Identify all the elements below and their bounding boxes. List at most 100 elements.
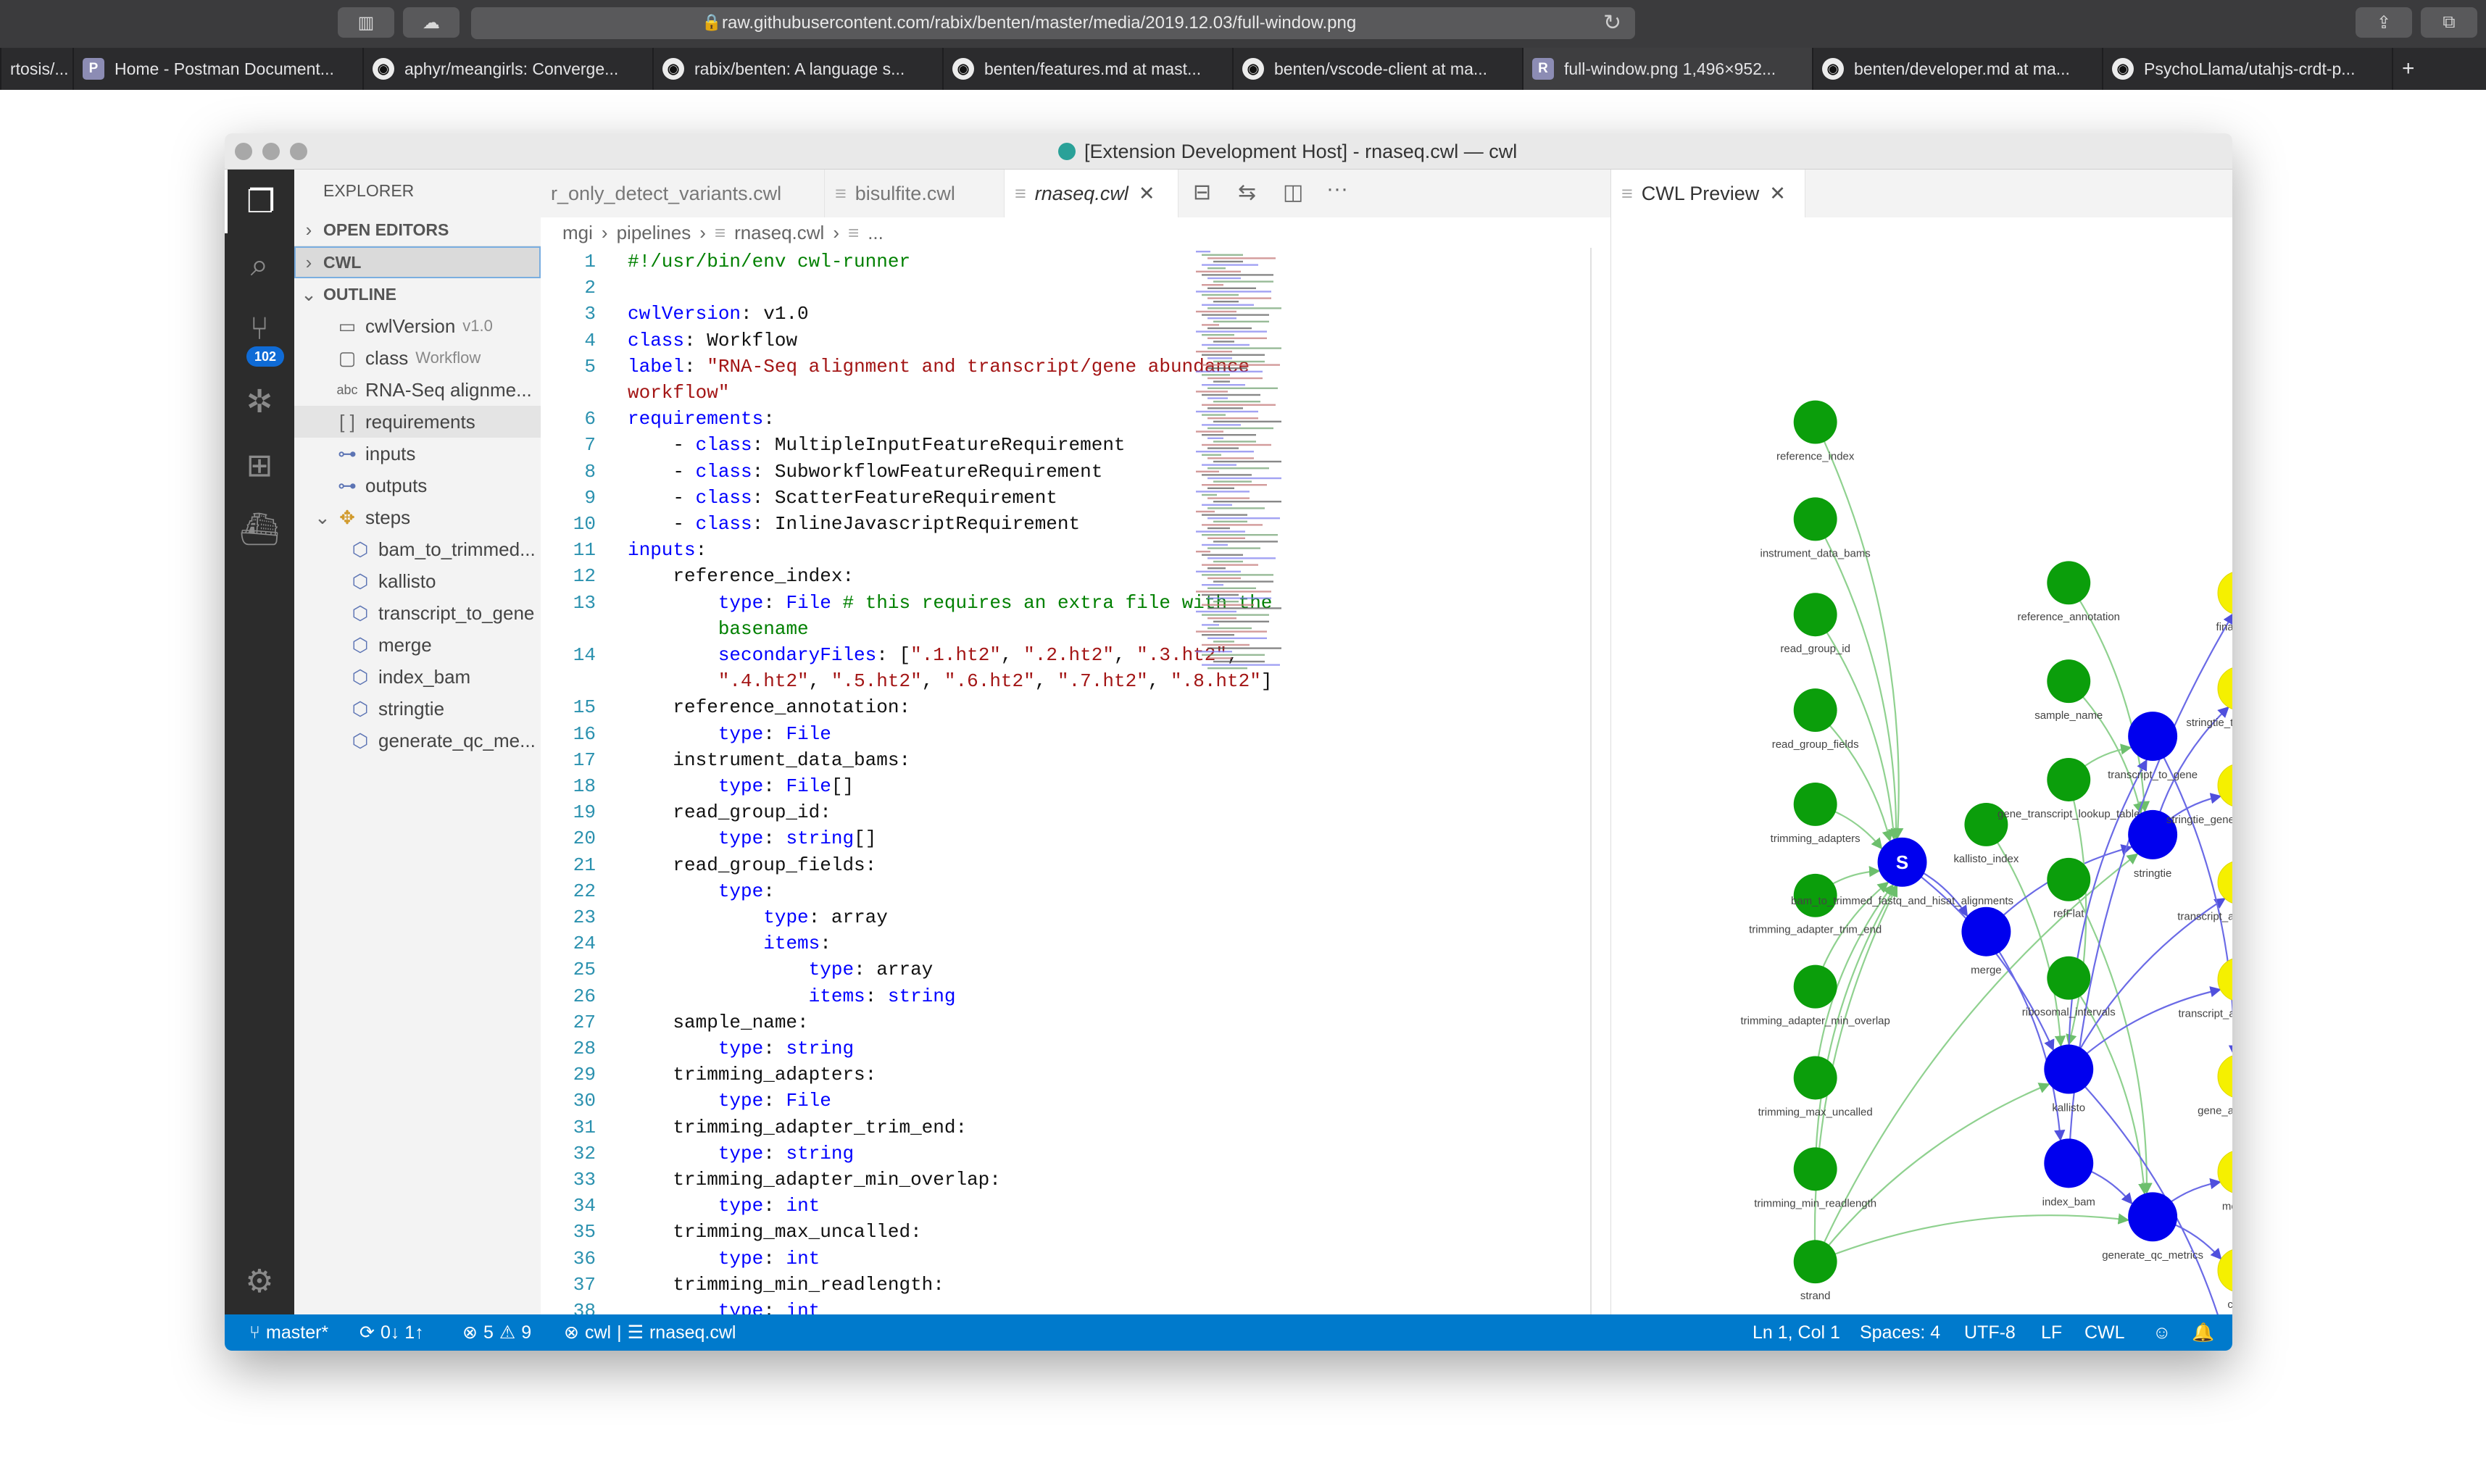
outline-item[interactable]: ⊶ outputs	[294, 470, 541, 501]
input-node[interactable]	[1793, 497, 1837, 541]
input-node[interactable]	[1793, 1147, 1837, 1191]
search-icon[interactable]: ⌕	[225, 233, 294, 297]
outline-item[interactable]: ⬡ kallisto	[294, 565, 541, 597]
outline-item[interactable]: ⌄ ✥ steps	[294, 501, 541, 533]
output-node[interactable]	[2217, 1150, 2232, 1193]
output-node[interactable]	[2217, 958, 2232, 1001]
output-node[interactable]	[2217, 861, 2232, 904]
tab-cwl-preview[interactable]: ≡ CWL Preview ✕	[1611, 170, 1805, 217]
output-node[interactable]	[2217, 1055, 2232, 1099]
chevron-down-icon[interactable]: ⌄	[315, 507, 331, 529]
input-node[interactable]	[1793, 688, 1837, 733]
browser-tab[interactable]: P Home - Postman Document...	[72, 48, 362, 90]
input-node[interactable]	[1793, 1240, 1837, 1284]
breadcrumb-pipelines[interactable]: pipelines	[617, 222, 691, 244]
more-actions-icon[interactable]: ···	[1326, 177, 1348, 201]
section-open-editors[interactable]: › OPEN EDITORS	[294, 214, 541, 246]
close-tab-icon[interactable]: ✕	[1769, 183, 1786, 205]
feedback-smiley-icon[interactable]: ☺	[2153, 1322, 2171, 1343]
step-node[interactable]	[2044, 1138, 2094, 1188]
browser-tab[interactable]: ◉ PsychoLlama/utahjs-crdt-p...	[2102, 48, 2392, 90]
output-node[interactable]	[2217, 571, 2232, 614]
breadcrumb-file[interactable]: rnaseq.cwl	[734, 222, 824, 244]
output-node[interactable]	[2217, 667, 2232, 710]
open-preview-icon[interactable]: ⊟	[1193, 180, 1211, 205]
minimize-window-button[interactable]	[262, 143, 280, 160]
settings-gear-icon[interactable]: ⚙	[225, 1249, 294, 1313]
debug-icon[interactable]: ✲	[225, 370, 294, 433]
zoom-window-button[interactable]	[290, 143, 307, 160]
compare-changes-icon[interactable]: ⇆	[1238, 180, 1256, 205]
explorer-icon[interactable]: ❐	[225, 170, 294, 233]
outline-item[interactable]: ⊶ inputs	[294, 438, 541, 470]
git-sync-status[interactable]: ⟳ 0↓ 1↑	[359, 1322, 424, 1343]
browser-tab[interactable]: ◉ rabix/benten: A language s...	[652, 48, 942, 90]
output-node[interactable]	[2217, 1249, 2232, 1292]
language-mode-status[interactable]: CWL	[2084, 1322, 2125, 1343]
indentation-status[interactable]: Spaces: 4	[1860, 1322, 1940, 1343]
close-tab-icon[interactable]: ✕	[1139, 183, 1155, 205]
input-node[interactable]	[1793, 400, 1837, 444]
section-cwl[interactable]: › CWL	[294, 246, 541, 278]
sidebar-toggle-button[interactable]: ▥	[338, 7, 394, 38]
outline-item[interactable]: abc RNA-Seq alignme...	[294, 374, 541, 406]
browser-tab[interactable]: Rfull-window.png 1,496×952...	[1522, 48, 1812, 90]
output-node[interactable]	[2217, 764, 2232, 807]
git-branch-status[interactable]: ⑂ master*	[249, 1322, 328, 1343]
browser-tab[interactable]: ◉ benten/features.md at mast...	[942, 48, 1232, 90]
outline-item[interactable]: ⬡ merge	[294, 629, 541, 661]
workflow-graph[interactable]: reference_index instrument_data_bams read_…	[1610, 217, 2232, 1314]
browser-tab[interactable]: rtosis/...	[0, 48, 72, 90]
tab-detect-variants[interactable]: r_only_detect_variants.cwl	[541, 170, 825, 217]
input-node[interactable]	[2047, 659, 2091, 704]
outline-item[interactable]: ⬡ transcript_to_gene	[294, 597, 541, 629]
step-node[interactable]	[2128, 1192, 2178, 1242]
notifications-bell-icon[interactable]: 🔔	[2192, 1322, 2214, 1343]
docker-icon[interactable]: ⛴	[225, 497, 294, 561]
problems-status[interactable]: ⊗ 5 ⚠ 9	[462, 1322, 531, 1343]
outline-item[interactable]: ⬡ bam_to_trimmed...	[294, 533, 541, 565]
outline-item[interactable]: ⬡ generate_qc_me...	[294, 725, 541, 756]
minimap-line	[1202, 374, 1230, 376]
input-node[interactable]	[1793, 1056, 1837, 1100]
section-outline[interactable]: ⌄ OUTLINE	[294, 278, 541, 310]
cursor-position-status[interactable]: Ln 1, Col 1	[1753, 1322, 1840, 1343]
tab-bisulfite[interactable]: ≡ bisulfite.cwl	[825, 170, 1005, 217]
share-button[interactable]: ⇪	[2356, 7, 2412, 38]
browser-tab[interactable]: ◉ benten/vscode-client at ma...	[1232, 48, 1522, 90]
step-node[interactable]	[2044, 1044, 2094, 1094]
breadcrumb-mgi[interactable]: mgi	[562, 222, 593, 244]
input-node[interactable]	[1793, 593, 1837, 637]
browser-tab[interactable]: ◉ aphyr/meangirls: Converge...	[362, 48, 652, 90]
code-editor[interactable]: 1 #!/usr/bin/env cwl-runner 2 3 cwlVersion: …	[541, 248, 1610, 1314]
input-node[interactable]	[1793, 964, 1837, 1009]
step-node[interactable]	[1961, 906, 2011, 956]
new-tab-button[interactable]: +	[2392, 48, 2414, 90]
outline-item[interactable]: ▢ class Workflow	[294, 342, 541, 374]
tab-rnaseq[interactable]: ≡ rnaseq.cwl ✕	[1005, 170, 1178, 217]
minimap[interactable]	[1192, 248, 1286, 683]
step-node[interactable]	[2128, 712, 2178, 762]
icloud-tabs-button[interactable]: ☁	[403, 7, 460, 38]
outline-item[interactable]: ▭ cwlVersion v1.0	[294, 310, 541, 342]
eol-status[interactable]: LF	[2041, 1322, 2062, 1343]
outline-item[interactable]: ⬡ stringtie	[294, 693, 541, 725]
split-editor-icon[interactable]: ◫	[1283, 180, 1303, 205]
reload-icon[interactable]: ↻	[1603, 10, 1621, 36]
input-node[interactable]	[2047, 758, 2091, 801]
address-bar[interactable]: 🔒 raw.githubusercontent.com/rabix/benten…	[471, 7, 1635, 39]
input-node[interactable]	[2047, 956, 2091, 1000]
outline-item[interactable]: [ ] requirements	[294, 406, 541, 438]
breadcrumb-symbol[interactable]: ...	[868, 222, 884, 244]
browser-tab[interactable]: ◉ benten/developer.md at ma...	[1812, 48, 2102, 90]
cwl-language-status[interactable]: ⊗ cwl | ☰ rnaseq.cwl	[564, 1322, 736, 1343]
input-node[interactable]	[1793, 782, 1837, 826]
editor-scrollbar-track[interactable]	[1590, 248, 1592, 1314]
input-node[interactable]	[2047, 561, 2091, 605]
extensions-icon[interactable]: ⊞	[225, 433, 294, 497]
close-window-button[interactable]	[235, 143, 252, 160]
encoding-status[interactable]: UTF-8	[1964, 1322, 2016, 1343]
outline-item[interactable]: ⬡ index_bam	[294, 661, 541, 693]
tab-overview-button[interactable]: ⧉	[2421, 7, 2477, 38]
input-node[interactable]	[2047, 857, 2091, 901]
